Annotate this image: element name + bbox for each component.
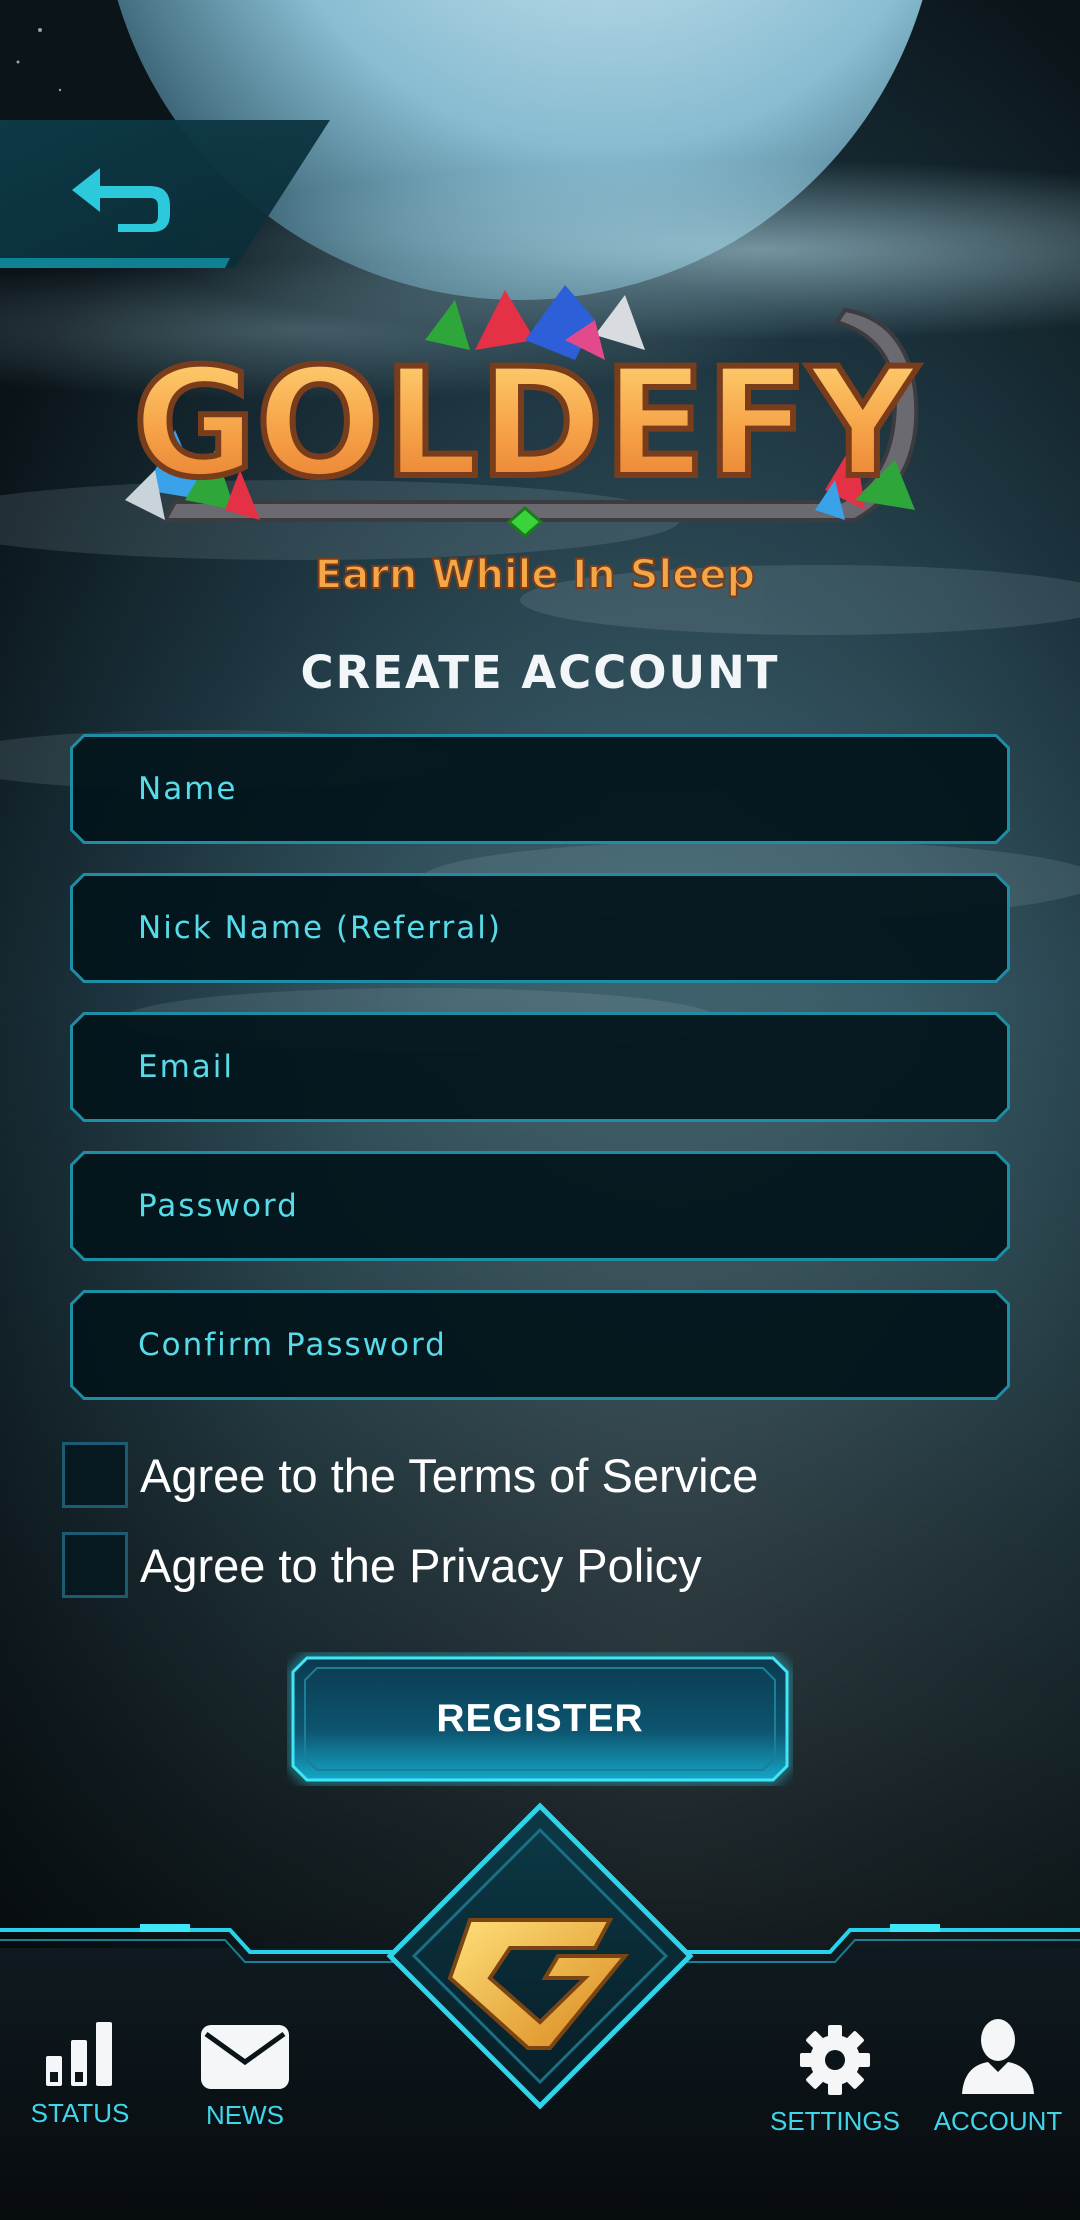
name-input[interactable]	[70, 734, 1010, 844]
password-field-container	[70, 1151, 1010, 1261]
privacy-checkbox[interactable]	[62, 1532, 128, 1598]
nav-account[interactable]: ACCOUNT	[930, 2018, 1066, 2137]
nav-status-label: STATUS	[30, 2098, 130, 2128]
privacy-row: Agree to the Privacy Policy	[62, 1530, 702, 1600]
terms-checkbox[interactable]	[62, 1442, 128, 1508]
name-field-container	[70, 734, 1010, 844]
nav-settings-label: SETTINGS	[769, 2106, 900, 2136]
password-input[interactable]	[70, 1151, 1010, 1261]
register-label: REGISTER	[436, 1697, 644, 1740]
confirm-password-field-container	[70, 1290, 1010, 1400]
home-emblem-button[interactable]	[380, 1800, 700, 2140]
nickname-input[interactable]	[70, 873, 1010, 983]
nav-settings[interactable]: SETTINGS	[765, 2024, 905, 2137]
user-icon	[962, 2019, 1034, 2094]
logo-tagline: Earn While In Sleep	[315, 552, 755, 598]
envelope-icon	[201, 2025, 289, 2089]
back-button[interactable]	[0, 120, 330, 268]
nav-status[interactable]: STATUS	[20, 2020, 140, 2129]
register-button[interactable]: REGISTER	[287, 1652, 793, 1786]
confirm-password-input[interactable]	[70, 1290, 1010, 1400]
terms-row: Agree to the Terms of Service	[62, 1440, 758, 1510]
page-title: CREATE ACCOUNT	[300, 646, 780, 699]
terms-label[interactable]: Agree to the Terms of Service	[140, 1448, 758, 1503]
email-field-container	[70, 1012, 1010, 1122]
nav-news[interactable]: NEWS	[185, 2024, 305, 2131]
gear-icon	[800, 2025, 870, 2095]
bar-chart-icon	[46, 2022, 112, 2086]
goldefy-logo: GOLDEFY Earn While In Sleep	[125, 280, 945, 610]
privacy-label[interactable]: Agree to the Privacy Policy	[140, 1538, 702, 1593]
nav-news-label: NEWS	[206, 2100, 284, 2130]
nickname-field-container	[70, 873, 1010, 983]
nav-account-label: ACCOUNT	[933, 2106, 1063, 2136]
email-input[interactable]	[70, 1012, 1010, 1122]
logo-title: GOLDEFY	[133, 337, 920, 511]
